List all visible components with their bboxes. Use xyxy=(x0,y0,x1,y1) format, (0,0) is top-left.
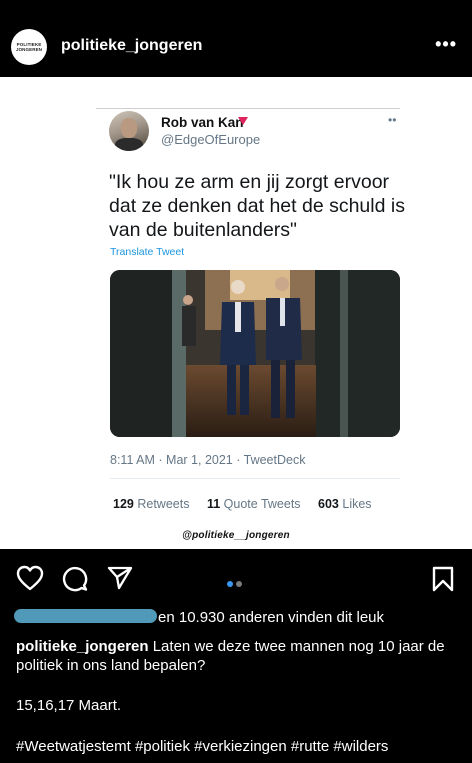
tweet-text: "Ik hou ze arm en jij zorgt ervoor dat z… xyxy=(109,171,405,241)
profile-avatar[interactable]: POLITIEKE JONGEREN xyxy=(11,29,47,65)
tweet-timestamp: 8:11 AM · Mar 1, 2021 · TweetDeck xyxy=(110,453,306,467)
flag-icon xyxy=(238,117,248,125)
tweet-stats: 129 Retweets 11 Quote Tweets 603 Likes xyxy=(113,497,372,511)
carousel-indicator xyxy=(227,574,245,592)
avatar-face xyxy=(121,118,137,138)
retweets-label: Retweets xyxy=(137,497,190,511)
likes-summary-text: en 10.930 anderen vinden dit leuk xyxy=(158,609,385,626)
caption-username[interactable]: politieke_jongeren xyxy=(16,638,149,655)
quotes-count: 11 xyxy=(206,497,221,511)
send-icon[interactable] xyxy=(107,566,133,590)
tweet-photo xyxy=(110,270,400,437)
bookmark-icon[interactable] xyxy=(432,566,454,592)
tweet-author-avatar xyxy=(109,111,149,151)
tweet-author-handle: @EdgeOfEurope xyxy=(161,132,261,147)
carousel-dot-1 xyxy=(227,581,233,587)
comment-icon[interactable] xyxy=(62,566,88,592)
tweet-author-name: Rob van Kan xyxy=(161,115,244,130)
tweet-top-border xyxy=(96,108,400,109)
avatar-text-line-2: JONGEREN xyxy=(15,47,43,52)
likes-count: 603 xyxy=(318,497,339,511)
likes-label: Likes xyxy=(342,497,372,511)
avatar-body xyxy=(115,138,143,151)
quotes-label: Quote Tweets xyxy=(223,497,301,511)
tweet-separator xyxy=(110,478,400,479)
watermark: @politieke__jongeren xyxy=(182,530,290,541)
post-caption: politieke_jongeren Laten we deze twee ma… xyxy=(16,637,456,675)
post-username[interactable]: politieke_jongeren xyxy=(61,37,202,55)
carousel-dot-2 xyxy=(236,581,242,587)
retweets-count: 129 xyxy=(113,497,134,511)
caption-hashtags[interactable]: #Weetwatjestemt #politiek #verkiezingen … xyxy=(16,738,388,755)
heart-icon[interactable] xyxy=(16,565,44,591)
caption-dates: 15,16,17 Maart. xyxy=(16,697,122,714)
more-horizontal-icon[interactable]: ••• xyxy=(435,34,457,55)
likes-summary[interactable]: en 10.930 anderen vinden dit leuk xyxy=(16,609,384,626)
tweet-more-icon: •• xyxy=(388,113,397,127)
translate-tweet-link: Translate Tweet xyxy=(110,246,185,258)
